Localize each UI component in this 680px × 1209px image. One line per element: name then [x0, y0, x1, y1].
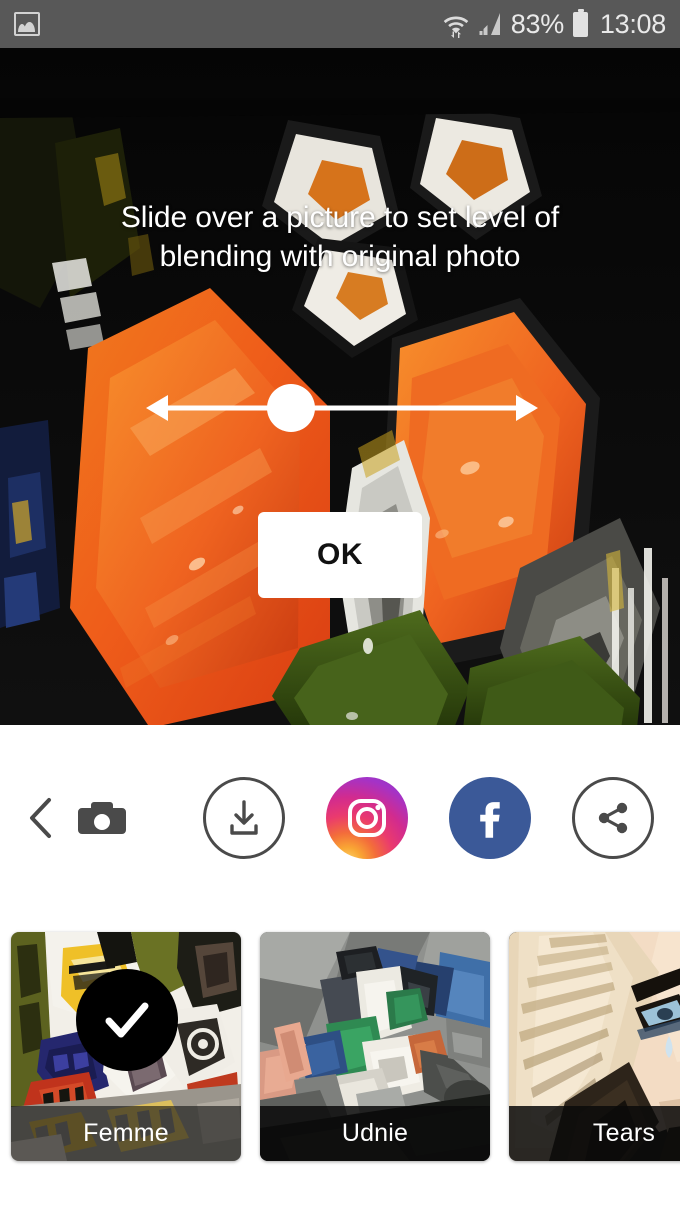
signal-bars-icon: [478, 11, 502, 37]
download-button[interactable]: [203, 777, 285, 859]
clock: 13:08: [599, 8, 666, 39]
style-thumbnail-tears[interactable]: Tears: [509, 932, 680, 1161]
status-bar-left: [14, 12, 40, 36]
style-label: Femme: [11, 1106, 241, 1161]
style-label: Tears: [509, 1106, 680, 1161]
stylized-photo: [0, 48, 680, 725]
style-label: Udnie: [260, 1106, 490, 1161]
ok-button[interactable]: OK: [258, 512, 422, 598]
share-button[interactable]: [572, 777, 654, 859]
style-picker: Femme Udnie Tears: [0, 911, 680, 1209]
instagram-button[interactable]: [326, 777, 408, 859]
action-bar-right: [203, 777, 654, 859]
status-bar-right: 83% 13:08: [443, 8, 666, 39]
action-bar-left: [28, 796, 128, 840]
gallery-notification-icon: [14, 12, 40, 36]
style-strip[interactable]: Femme Udnie Tears: [0, 932, 680, 1161]
status-bar: 83% 13:08: [0, 0, 680, 48]
style-thumbnail-femme[interactable]: Femme: [11, 932, 241, 1161]
camera-icon[interactable]: [76, 798, 128, 838]
selected-check-badge: [76, 969, 178, 1071]
slider-knob[interactable]: [267, 384, 315, 432]
wifi-icon: [443, 10, 469, 38]
check-icon: [105, 1002, 149, 1038]
facebook-button[interactable]: [449, 777, 531, 859]
style-thumbnail-udnie[interactable]: Udnie: [260, 932, 490, 1161]
photo-stage[interactable]: Slide over a picture to set level of ble…: [0, 48, 680, 725]
back-chevron-icon[interactable]: [28, 796, 54, 840]
hint-text: Slide over a picture to set level of ble…: [120, 201, 560, 273]
battery-percentage: 83%: [510, 8, 564, 39]
battery-icon: [572, 8, 588, 37]
blend-level-slider[interactable]: [146, 384, 538, 432]
action-bar: [0, 725, 680, 911]
